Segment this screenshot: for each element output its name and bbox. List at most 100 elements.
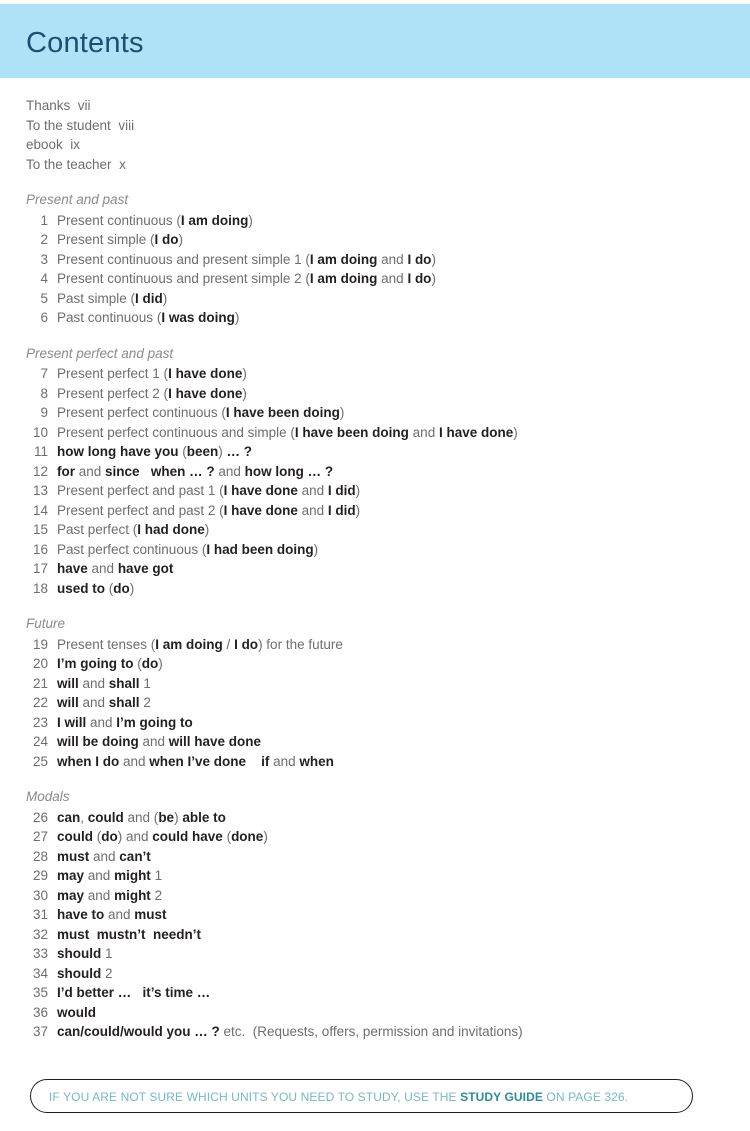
contents-entry[interactable]: 4 Present continuous and present simple 2… — [26, 269, 750, 289]
contents-entry-number: 15 — [32, 522, 48, 537]
contents-entry-title: should 1 — [57, 946, 113, 961]
contents-entry[interactable]: 23 I will and I’m going to — [26, 713, 750, 733]
contents-entry-title: Present perfect 1 (I have done) — [57, 366, 247, 381]
contents-entry-number: 25 — [32, 753, 48, 769]
contents-entry[interactable]: 2 Present simple (I do) — [26, 230, 750, 250]
frontmatter-item[interactable]: Thanks vii — [26, 96, 750, 116]
contents-entry-title: would — [57, 1004, 96, 1020]
contents-entry-number: 33 — [32, 946, 48, 961]
contents-entry[interactable]: 31 have to and must — [26, 905, 750, 925]
contents-entry-number: 16 — [32, 541, 48, 557]
contents-entry[interactable]: 3 Present continuous and present simple 1… — [26, 250, 750, 270]
contents-entry-title: for and since when … ? and how long … ? — [57, 463, 334, 479]
frontmatter-item-label: Thanks — [26, 98, 71, 113]
contents-entry-number: 18 — [32, 580, 48, 596]
frontmatter-item[interactable]: ebook ix — [26, 135, 750, 155]
contents-entry-number: 14 — [32, 502, 48, 518]
contents-entry-number: 24 — [32, 734, 48, 749]
contents-entry[interactable]: 24 will be doing and will have done — [26, 732, 750, 752]
contents-entry[interactable]: 22 will and shall 2 — [26, 693, 750, 713]
frontmatter-item-label: To the student — [26, 117, 111, 133]
contents-entry[interactable]: 10 Present perfect continuous and simple … — [26, 423, 750, 443]
contents-entry-number: 32 — [32, 926, 48, 942]
contents-entry-number: 34 — [32, 965, 48, 981]
contents-entry-number: 4 — [40, 271, 48, 286]
contents-entry[interactable]: 14 Present perfect and past 2 (I have don… — [26, 501, 750, 521]
contents-entry[interactable]: 12 for and since when … ? and how long … … — [26, 462, 750, 482]
contents-section: Modals 26 can, could and (be) able to 27 cou… — [0, 787, 750, 1042]
contents-entry[interactable]: 19 Present tenses (I am doing / I do) for… — [26, 635, 750, 655]
contents-entry[interactable]: 9 Present perfect continuous (I have been… — [26, 403, 750, 423]
contents-entry-number: 7 — [40, 366, 48, 381]
contents-entry-title: Past perfect continuous (I had been doin… — [57, 541, 319, 557]
contents-entry[interactable]: 36 would — [26, 1003, 750, 1023]
contents-entry-number: 12 — [32, 463, 48, 479]
contents-entry[interactable]: 5 Past simple (I did) — [26, 289, 750, 309]
contents-entry[interactable]: 17 have and have got — [26, 559, 750, 579]
frontmatter-item-label: ebook — [26, 137, 63, 152]
contents-entry[interactable]: 11 how long have you (been) … ? — [26, 442, 750, 462]
frontmatter-item-page: ix — [62, 137, 81, 152]
contents-entry-title: will be doing and will have done — [57, 734, 262, 749]
contents-entry[interactable]: 33 should 1 — [26, 944, 750, 964]
contents-entry-number: 35 — [32, 985, 48, 1000]
contents-entry-title: Past perfect (I had done) — [57, 522, 210, 537]
contents-entry-title: Present perfect continuous (I have been … — [57, 405, 345, 420]
frontmatter-item[interactable]: To the student viii — [26, 116, 750, 136]
contents-entry-number: 31 — [32, 907, 48, 922]
section-heading: Modals — [26, 789, 70, 804]
contents-entry[interactable]: 13 Present perfect and past 1 (I have don… — [26, 481, 750, 501]
contents-section: Future 19 Present tenses (I am doing / I d… — [0, 614, 750, 771]
frontmatter-item[interactable]: To the teacher x — [26, 155, 750, 175]
frontmatter-item-page: viii — [110, 117, 135, 133]
contents-entry[interactable]: 32 must mustn’t needn’t — [26, 925, 750, 945]
contents-entry[interactable]: 1 Present continuous (I am doing) — [26, 211, 750, 231]
contents-entry[interactable]: 15 Past perfect (I had done) — [26, 520, 750, 540]
contents-entry-number: 27 — [32, 829, 48, 844]
contents-entry-number: 23 — [32, 714, 48, 730]
contents-entry[interactable]: 30 may and might 2 — [26, 886, 750, 906]
contents-entry[interactable]: 21 will and shall 1 — [26, 674, 750, 694]
contents-entry[interactable]: 20 I’m going to (do) — [26, 654, 750, 674]
contents-entry[interactable]: 26 can, could and (be) able to — [26, 808, 750, 828]
contents-entry-title: must mustn’t needn’t — [57, 926, 202, 942]
contents-entry-title: Present continuous and present simple 2 … — [57, 271, 436, 286]
page-header-band: Contents — [0, 4, 750, 78]
contents-entry-title: I’d better … it’s time … — [57, 985, 211, 1000]
contents-entry[interactable]: 8 Present perfect 2 (I have done) — [26, 384, 750, 404]
contents-entry[interactable]: 18 used to (do) — [26, 579, 750, 599]
contents-entry-number: 21 — [32, 675, 48, 691]
contents-entry-title: should 2 — [57, 965, 113, 981]
contents-entry-number: 5 — [40, 290, 48, 306]
contents-entry[interactable]: 34 should 2 — [26, 964, 750, 984]
section-heading: Present and past — [26, 192, 129, 207]
section-heading: Future — [26, 616, 66, 631]
contents-entry-number: 22 — [32, 695, 48, 710]
contents-entry[interactable]: 27 could (do) and could have (done) — [26, 827, 750, 847]
contents-entry-number: 37 — [32, 1024, 48, 1039]
contents-page: Contents Thanks vii To the student viii eb… — [0, 0, 750, 1131]
contents-entry-title: used to (do) — [57, 580, 135, 596]
contents-entry[interactable]: 16 Past perfect continuous (I had been do… — [26, 540, 750, 560]
contents-entry[interactable]: 25 when I do and when I’ve done if and wh… — [26, 752, 750, 772]
contents-entry-title: may and might 2 — [57, 887, 163, 903]
contents-entry-number: 8 — [40, 385, 48, 401]
contents-entry-title: have to and must — [57, 907, 167, 922]
contents-entry[interactable]: 29 may and might 1 — [26, 866, 750, 886]
contents-entry-title: have and have got — [57, 561, 174, 576]
page-title: Contents — [26, 27, 144, 59]
contents-entry-number: 9 — [40, 405, 48, 420]
contents-entry-number: 10 — [32, 424, 48, 440]
study-guide-callout[interactable]: IF YOU ARE NOT SURE WHICH UNITS YOU NEED… — [30, 1079, 693, 1113]
contents-entry-number: 28 — [32, 848, 48, 864]
contents-entry-title: Present perfect 2 (I have done) — [57, 385, 247, 401]
contents-entry[interactable]: 28 must and can’t — [26, 847, 750, 867]
contents-entry[interactable]: 6 Past continuous (I was doing) — [26, 308, 750, 328]
contents-section: Present and past 1 Present continuous (I a… — [0, 190, 750, 328]
contents-entry[interactable]: 7 Present perfect 1 (I have done) — [26, 364, 750, 384]
contents-entry-title: Past continuous (I was doing) — [57, 310, 240, 325]
contents-entry[interactable]: 35 I’d better … it’s time … — [26, 983, 750, 1003]
contents-entry[interactable]: 37 can/could/would you … ? etc. (Requests… — [26, 1022, 750, 1042]
contents-entry-title: Present simple (I do) — [57, 232, 184, 247]
contents-entry-number: 29 — [32, 868, 48, 883]
